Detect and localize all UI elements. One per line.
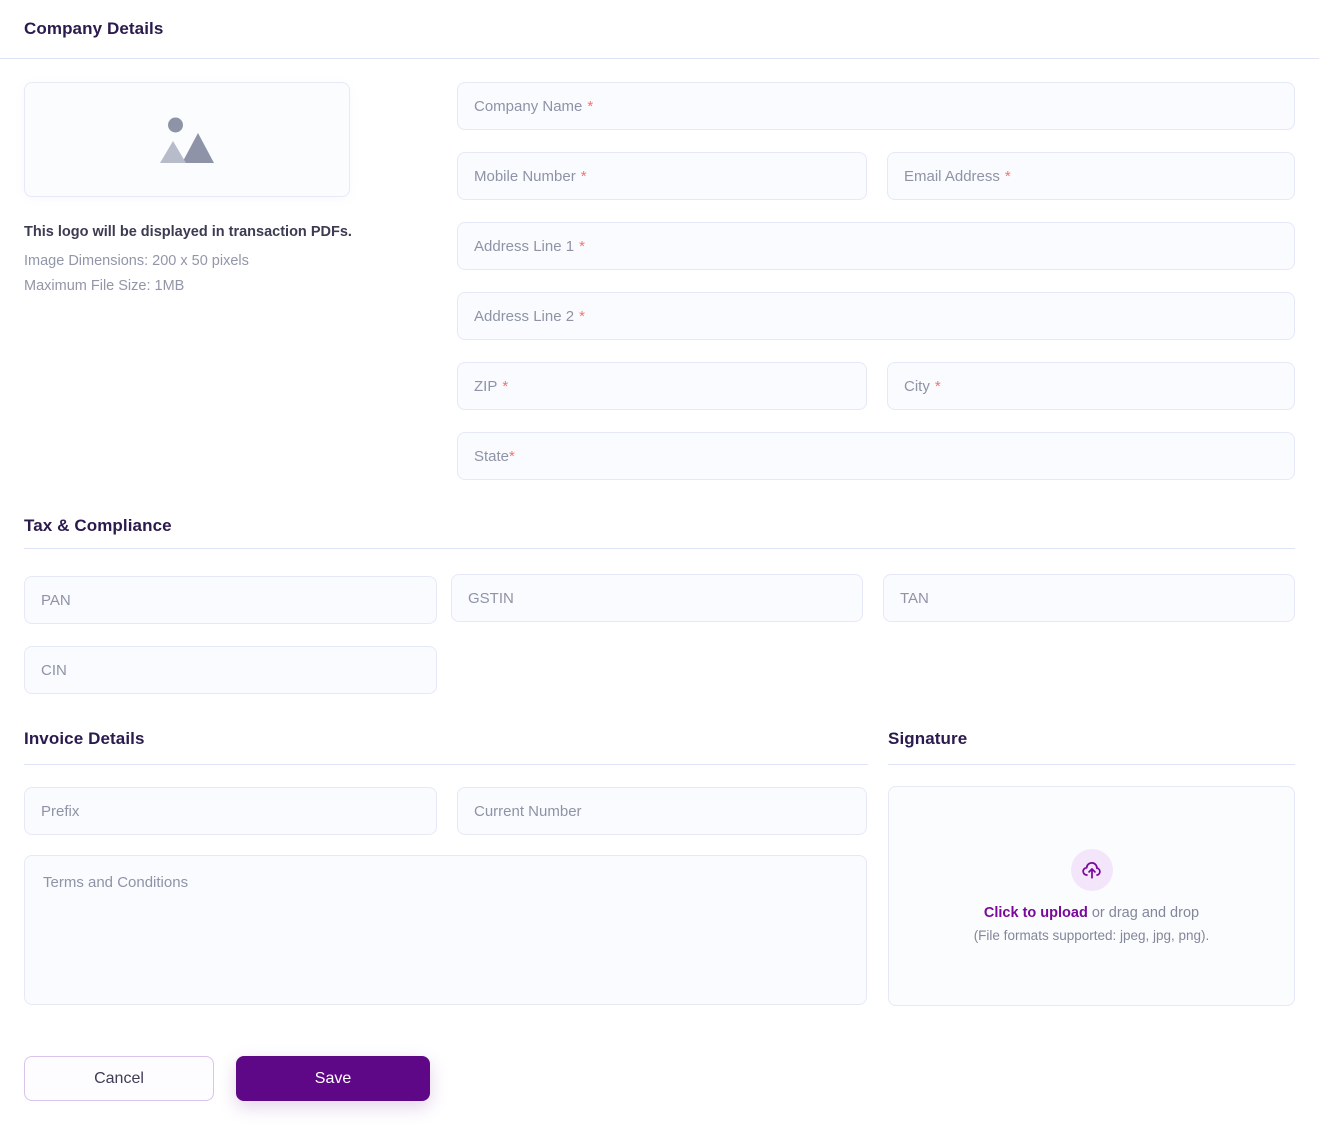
address-line-1-required: * — [579, 237, 585, 255]
address-line-1-field[interactable]: Address Line 1 * — [457, 222, 1295, 270]
company-name-label: Company Name — [474, 97, 583, 115]
cin-field[interactable]: CIN — [24, 646, 437, 694]
address-line-2-required: * — [579, 307, 585, 325]
state-required: * — [509, 447, 515, 465]
logo-upload-column: This logo will be displayed in transacti… — [24, 82, 424, 299]
invoice-prefix-field[interactable]: Prefix — [24, 787, 437, 835]
address-line-2-label: Address Line 2 — [474, 307, 575, 325]
state-label: State — [474, 447, 510, 465]
email-address-required: * — [1004, 167, 1011, 185]
logo-upload-box[interactable] — [24, 82, 350, 197]
header-divider — [0, 58, 1319, 59]
state-field[interactable]: State * — [457, 432, 1295, 480]
gstin-label: GSTIN — [468, 589, 514, 607]
tax-compliance-divider — [24, 548, 1295, 549]
upload-cta: Click to upload or drag and drop — [984, 905, 1199, 921]
mobile-number-required: * — [580, 167, 587, 185]
zip-required: * — [502, 377, 509, 395]
save-button[interactable]: Save — [236, 1056, 430, 1101]
invoice-prefix-label: Prefix — [41, 802, 80, 820]
company-settings-page: Company Details This logo will be displa… — [0, 0, 1319, 1135]
cancel-button[interactable]: Cancel — [24, 1056, 214, 1101]
logo-max-size: Maximum File Size: 1MB — [24, 278, 185, 295]
invoice-details-divider — [24, 764, 868, 765]
zip-label: ZIP — [474, 377, 498, 395]
gstin-field[interactable]: GSTIN — [451, 574, 863, 622]
address-line-1-label: Address Line 1 — [474, 237, 575, 255]
email-address-field[interactable]: Email Address * — [887, 152, 1295, 200]
email-address-label: Email Address — [904, 167, 1000, 185]
address-line-2-field[interactable]: Address Line 2 * — [457, 292, 1295, 340]
upload-icon-badge — [1070, 849, 1113, 891]
company-name-field[interactable]: Company Name * — [457, 82, 1295, 130]
invoice-current-number-field[interactable]: Current Number — [457, 787, 867, 835]
signature-dropzone[interactable]: Click to upload or drag and drop (File f… — [888, 786, 1295, 1006]
tan-label: TAN — [900, 589, 929, 607]
terms-and-conditions-label: Terms and Conditions — [43, 874, 189, 891]
logo-dimensions: Image Dimensions: 200 x 50 pixels — [24, 252, 249, 269]
upload-formats: (File formats supported: jpeg, jpg, png)… — [973, 928, 1210, 943]
pan-label: PAN — [41, 591, 71, 609]
mobile-number-field[interactable]: Mobile Number * — [457, 152, 867, 200]
cin-label: CIN — [41, 661, 67, 679]
pan-field[interactable]: PAN — [24, 576, 437, 624]
city-label: City — [904, 377, 930, 395]
upload-cta-bold[interactable]: Click to upload — [984, 905, 1088, 921]
invoice-details-title: Invoice Details — [24, 729, 145, 748]
page-header: Company Details — [0, 0, 1319, 60]
mobile-number-label: Mobile Number — [474, 167, 576, 185]
signature-title: Signature — [888, 729, 968, 748]
signature-divider — [888, 764, 1295, 765]
company-name-required: * — [587, 97, 594, 115]
upload-cta-rest: or drag and drop — [1087, 905, 1200, 921]
tan-field[interactable]: TAN — [883, 574, 1295, 622]
city-required: * — [934, 377, 941, 395]
city-field[interactable]: City * — [887, 362, 1295, 410]
logo-note: This logo will be displayed in transacti… — [24, 224, 352, 240]
image-placeholder-icon — [160, 117, 214, 163]
cloud-upload-icon — [1081, 862, 1101, 879]
page-title: Company Details — [24, 19, 164, 38]
tax-compliance-title: Tax & Compliance — [24, 516, 172, 535]
zip-field[interactable]: ZIP * — [457, 362, 867, 410]
terms-and-conditions-field[interactable]: Terms and Conditions — [24, 855, 867, 1005]
invoice-current-number-label: Current Number — [474, 802, 582, 820]
